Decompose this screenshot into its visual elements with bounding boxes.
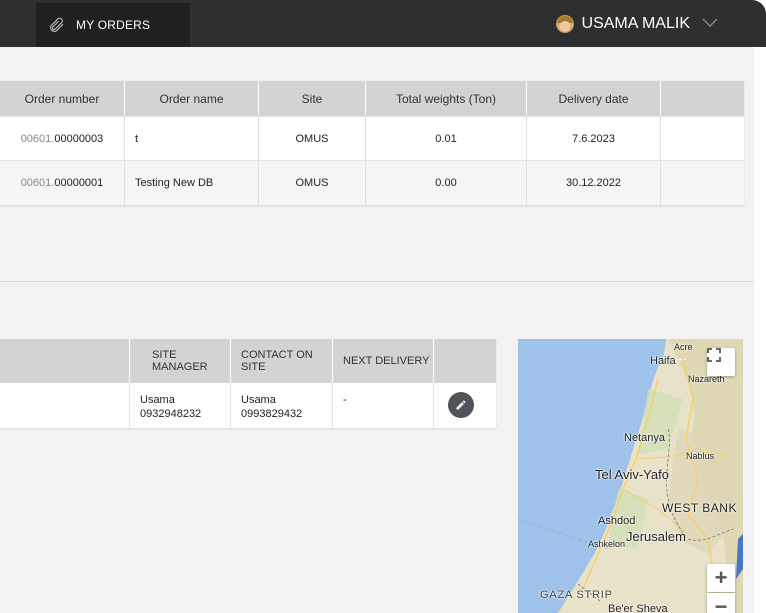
table-header: SITE MANAGER CONTACT ON SITE NEXT DELIVE… xyxy=(0,339,496,383)
header-delivery-date[interactable]: Delivery date xyxy=(527,81,661,116)
extra-cell xyxy=(661,117,744,160)
map-label-netanya: Netanya xyxy=(624,432,665,444)
header-site-info xyxy=(0,339,130,383)
edit-button[interactable] xyxy=(448,392,474,418)
map-label-west-bank: WEST BANK xyxy=(662,501,737,515)
order-name-cell: Testing New DB xyxy=(125,161,259,205)
fullscreen-icon xyxy=(707,348,721,362)
avatar xyxy=(555,14,574,33)
map-label-tel-aviv: Tel Aviv-Yafo xyxy=(595,467,669,482)
manager-phone: 0932948232 xyxy=(140,408,202,420)
pencil-icon xyxy=(456,400,466,410)
order-prefix: 00601. xyxy=(20,132,55,145)
map-zoom-in-button[interactable]: + xyxy=(707,564,735,592)
map-label-beersheva: Be'er Sheva xyxy=(608,603,668,613)
top-bar: MY ORDERS USAMA MALIK xyxy=(0,0,766,47)
date-cell: 7.6.2023 xyxy=(527,117,661,160)
header-site[interactable]: Site xyxy=(259,81,366,116)
manager-name: Usama xyxy=(140,394,175,406)
table-header: Order number Order name Site Total weigh… xyxy=(0,81,744,116)
map-fullscreen-button[interactable] xyxy=(707,348,735,376)
chevron-down-icon[interactable] xyxy=(702,18,718,28)
user-menu[interactable]: USAMA MALIK xyxy=(555,0,690,47)
date-cell: 30.12.2022 xyxy=(527,161,661,205)
header-total-weights[interactable]: Total weights (Ton) xyxy=(366,81,527,116)
weight-cell: 0.01 xyxy=(366,117,527,160)
paperclip-icon xyxy=(50,17,64,32)
weight-cell: 0.00 xyxy=(366,161,527,205)
header-actions xyxy=(434,339,496,383)
map-zoom-out-button[interactable]: − xyxy=(707,593,735,613)
site-info-cell xyxy=(0,383,130,428)
section-divider xyxy=(0,281,754,282)
order-number-cell: 00601. 00000001 xyxy=(0,161,125,205)
map-label-jerusalem: Jerusalem xyxy=(626,529,686,544)
header-order-number[interactable]: Order number xyxy=(0,81,125,116)
map-label-haifa: Haifa xyxy=(650,355,676,367)
order-number: 00000001 xyxy=(54,177,104,189)
user-name: USAMA MALIK xyxy=(581,14,690,32)
map[interactable]: Acre Haifa Nazareth Netanya Nablus Tel A… xyxy=(518,339,743,613)
order-number: 00000003 xyxy=(54,132,104,145)
header-next-delivery: NEXT DELIVERY xyxy=(333,339,434,383)
order-prefix: 00601. xyxy=(20,177,55,189)
contact-cell: Usama 0993829432 xyxy=(231,383,333,428)
header-contact-on-site: CONTACT ON SITE xyxy=(231,339,333,383)
map-label-ashkelon: Ashkelon xyxy=(588,539,626,549)
tab-label: MY ORDERS xyxy=(76,18,151,32)
extra-cell xyxy=(661,161,744,205)
orders-table: Order number Order name Site Total weigh… xyxy=(0,81,744,205)
map-label-gaza: GAZA STRIP xyxy=(540,589,613,601)
order-number-cell: 00601. 00000003 xyxy=(0,117,125,160)
header-extra xyxy=(661,81,744,116)
table-row: Usama 0932948232 Usama 0993829432 - xyxy=(0,383,496,428)
sites-table: SITE MANAGER CONTACT ON SITE NEXT DELIVE… xyxy=(0,339,496,428)
next-delivery-cell: - xyxy=(333,383,434,428)
order-name-cell: t xyxy=(125,117,259,160)
header-site-manager: SITE MANAGER xyxy=(130,339,231,383)
map-label-ashdod: Ashdod xyxy=(598,515,636,527)
contact-name: Usama xyxy=(241,394,276,406)
actions-cell xyxy=(434,383,496,428)
map-label-acre: Acre xyxy=(674,342,693,352)
site-manager-cell: Usama 0932948232 xyxy=(130,383,231,428)
site-cell: OMUS xyxy=(259,161,366,205)
map-label-nablus: Nablus xyxy=(686,451,715,461)
tab-my-orders[interactable]: MY ORDERS xyxy=(36,3,190,47)
contact-phone: 0993829432 xyxy=(241,408,303,420)
table-row[interactable]: 00601. 00000001 Testing New DB OMUS 0.00 … xyxy=(0,160,744,205)
page-edge xyxy=(754,47,766,613)
site-cell: OMUS xyxy=(259,117,366,160)
header-order-name[interactable]: Order name xyxy=(125,81,259,116)
table-row[interactable]: 00601. 00000003 t OMUS 0.01 7.6.2023 xyxy=(0,116,744,160)
